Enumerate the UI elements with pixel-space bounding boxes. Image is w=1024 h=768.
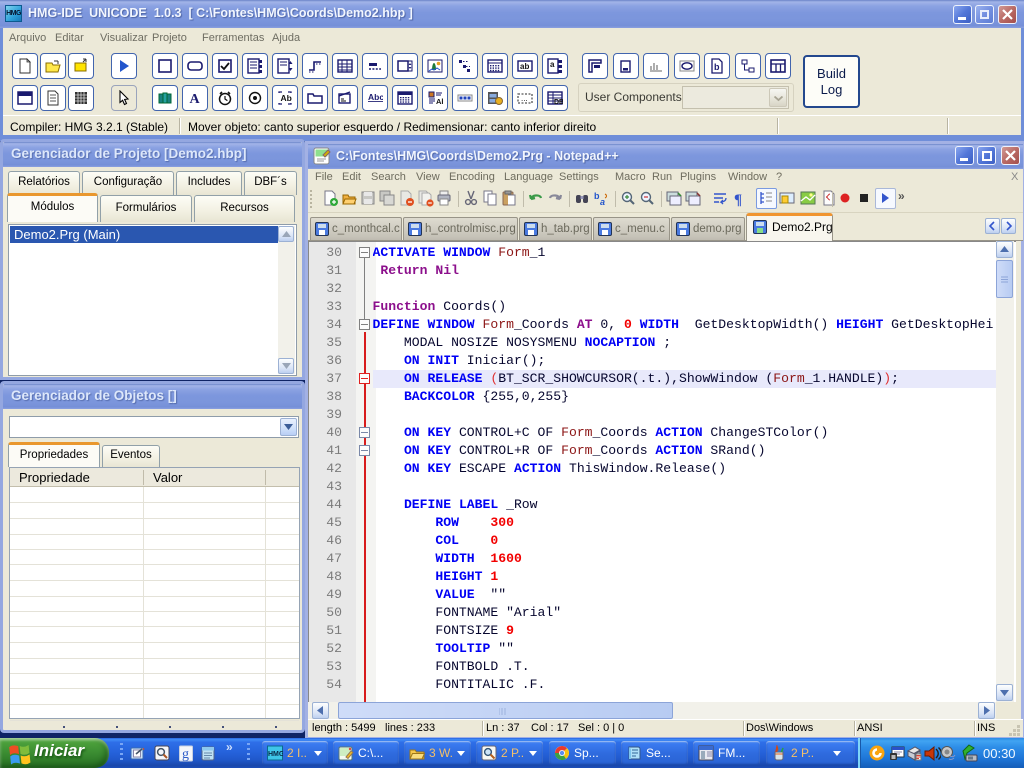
svg-text:Ab: Ab <box>281 93 292 103</box>
svg-text:Abcd: Abcd <box>368 92 383 102</box>
svg-text:a: a <box>600 197 605 207</box>
svg-text:g: g <box>182 747 189 762</box>
svg-text:HMG: HMG <box>268 751 283 758</box>
svg-text:b: b <box>714 62 720 72</box>
svg-text:ab: ab <box>520 62 529 71</box>
svg-text:...: ... <box>521 94 528 103</box>
svg-text:¶: ¶ <box>734 192 742 207</box>
svg-text:Ab: Ab <box>436 97 443 106</box>
svg-text:DB: DB <box>554 99 563 106</box>
svg-text:a: a <box>550 60 555 69</box>
svg-text:A: A <box>190 92 201 106</box>
